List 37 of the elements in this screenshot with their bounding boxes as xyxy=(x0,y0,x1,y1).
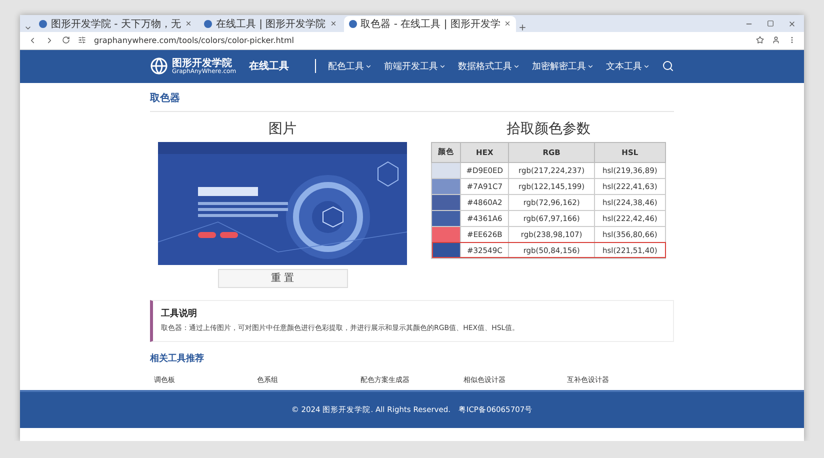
site-icon xyxy=(348,20,357,28)
address-field[interactable]: graphanywhere.com/tools/colors/color-picker.html xyxy=(94,36,748,45)
tab-title: 在线工具 | 图形开发学院 xyxy=(216,18,326,31)
nav-link[interactable]: 加密解密工具 xyxy=(532,60,594,73)
nav-link[interactable]: 前端开发工具 xyxy=(384,60,446,73)
reset-button[interactable]: 重 置 xyxy=(218,268,348,288)
image-heading: 图片 xyxy=(268,120,296,138)
tab-title: 取色器 - 在线工具 | 图形开发学 xyxy=(360,18,500,31)
maximize-icon[interactable] xyxy=(767,20,774,27)
close-icon[interactable] xyxy=(788,20,796,28)
logo-icon[interactable] xyxy=(150,57,168,76)
bookmark-star-icon[interactable] xyxy=(756,36,764,44)
site-icon xyxy=(204,20,212,28)
page-title: 取色器 xyxy=(150,90,674,112)
site-settings-icon[interactable] xyxy=(78,36,86,44)
close-icon[interactable] xyxy=(504,20,512,28)
nav-link[interactable]: 在线工具 xyxy=(249,59,289,74)
tab-title: 图形开发学院 - 天下万物，无 xyxy=(51,18,181,31)
close-icon[interactable] xyxy=(330,20,337,28)
close-icon[interactable] xyxy=(184,20,192,28)
back-icon[interactable] xyxy=(28,36,37,45)
related-title: 相关工具推荐 xyxy=(150,352,205,365)
nav-link[interactable]: 数据格式工具 xyxy=(458,60,520,73)
nav-link[interactable]: 配色工具 xyxy=(328,60,372,73)
search-icon[interactable] xyxy=(662,60,674,72)
colors-heading: 拾取颜色参数 xyxy=(506,120,590,138)
reload-icon[interactable] xyxy=(62,36,70,44)
description-title: 工具说明 xyxy=(161,308,198,320)
new-tab-icon[interactable] xyxy=(518,22,528,32)
site-icon xyxy=(39,20,47,28)
forward-icon[interactable] xyxy=(45,36,54,45)
logo-title: 图形开发学院 xyxy=(172,58,232,69)
nav-link[interactable]: 文本工具 xyxy=(606,60,650,73)
browser-tab[interactable]: 在线工具 | 图形开发学院 xyxy=(198,16,342,32)
browser-tab[interactable]: 图形开发学院 - 天下万物，无 xyxy=(34,16,197,32)
profile-icon[interactable] xyxy=(772,36,780,44)
browser-tab[interactable]: 取色器 - 在线工具 | 图形开发学 xyxy=(344,16,516,32)
